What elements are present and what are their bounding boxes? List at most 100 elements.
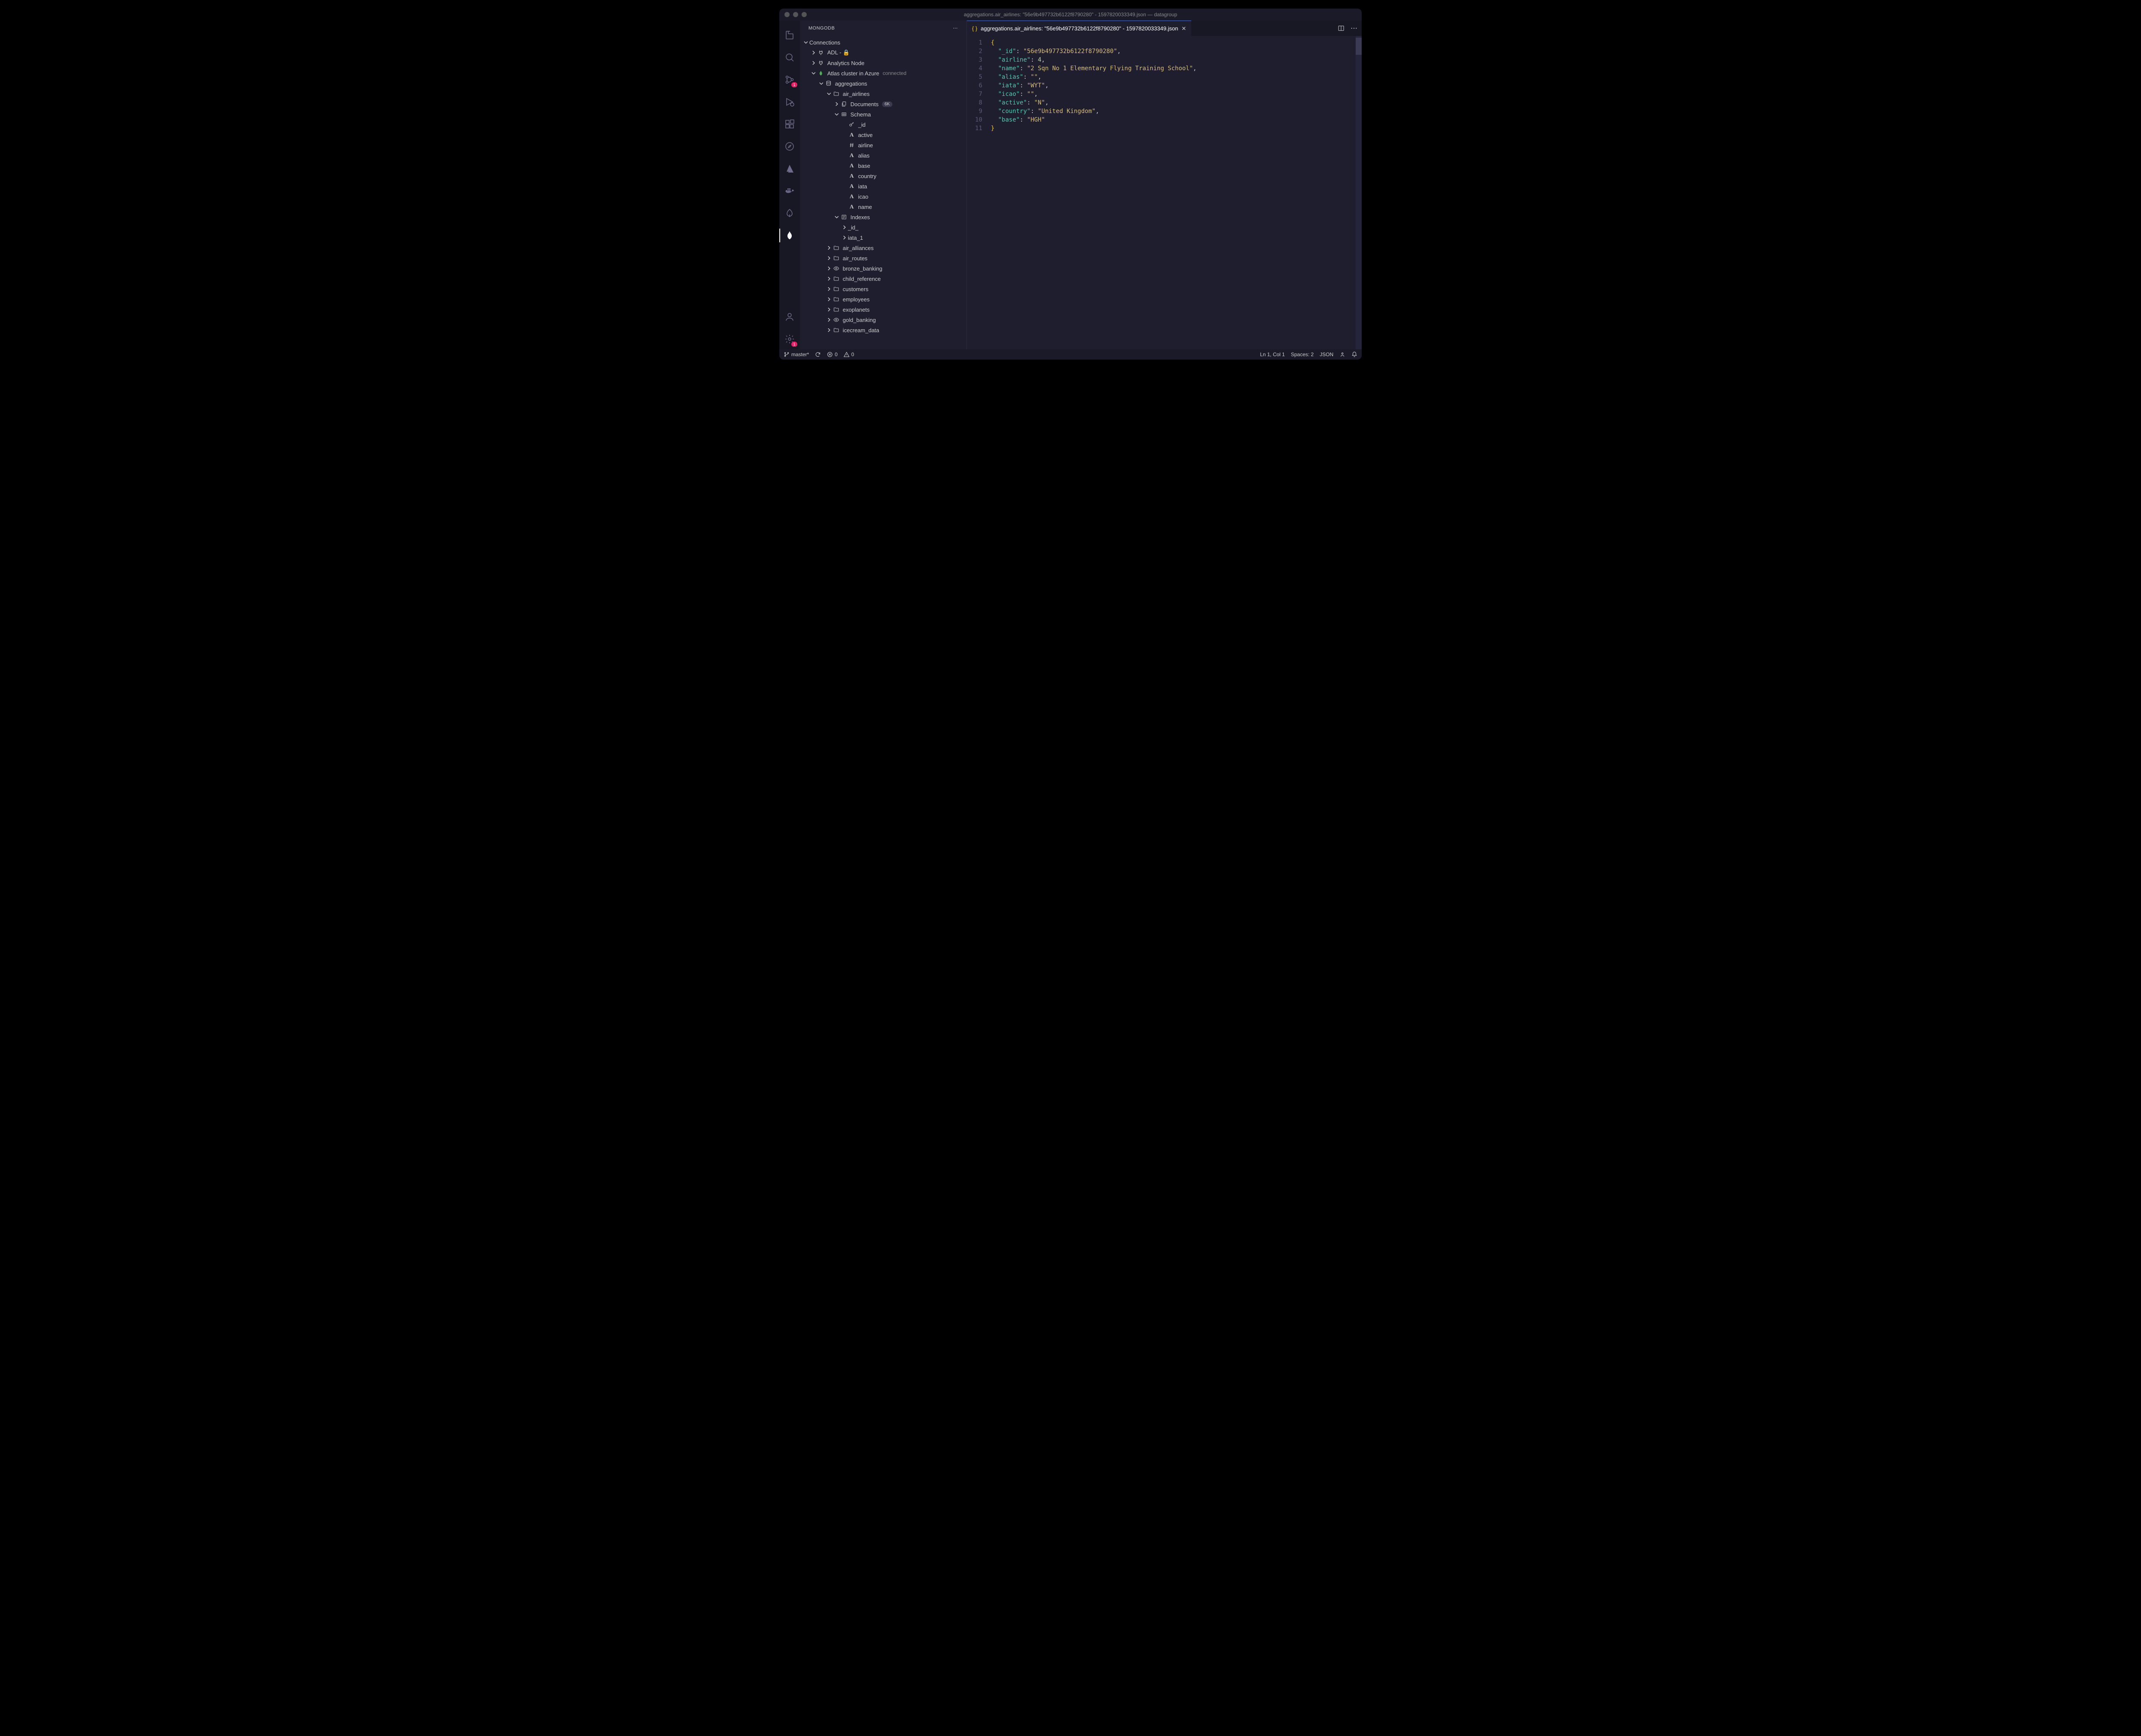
tab-json-document[interactable]: { } aggregations.air_airlines: "56e9b497… bbox=[967, 21, 1191, 36]
tree-label: icecream_data bbox=[843, 327, 879, 334]
docker-icon[interactable] bbox=[779, 181, 800, 201]
chevron-icon[interactable] bbox=[802, 40, 809, 45]
connection-adl-[interactable]: ADL - 🔒 bbox=[800, 48, 966, 58]
cursor-position[interactable]: Ln 1, Col 1 bbox=[1260, 351, 1285, 357]
git-branch[interactable]: master* bbox=[784, 351, 809, 357]
tree-label: Documents bbox=[850, 101, 879, 107]
coll-air-airlines[interactable]: air_airlines bbox=[800, 89, 966, 99]
tab-bar: { } aggregations.air_airlines: "56e9b497… bbox=[967, 21, 1362, 36]
tree-label: iata bbox=[858, 183, 867, 190]
coll-exoplanets[interactable]: exoplanets bbox=[800, 304, 966, 315]
index-iata_1[interactable]: iata_1 bbox=[800, 232, 966, 243]
zoom-dot[interactable] bbox=[802, 12, 807, 17]
chevron-icon[interactable] bbox=[833, 102, 840, 106]
chevron-icon[interactable] bbox=[810, 61, 817, 65]
chevron-icon[interactable] bbox=[833, 112, 840, 116]
chevron-icon[interactable] bbox=[810, 51, 817, 55]
key-icon bbox=[848, 122, 856, 128]
folder-icon bbox=[832, 327, 840, 333]
field-_id[interactable]: _id bbox=[800, 119, 966, 130]
sidebar-title: MONGODB bbox=[808, 26, 835, 31]
field-icao[interactable]: Aicao bbox=[800, 191, 966, 202]
main-area: 1 1 MONGODB ⋯ ConnectionsADL - 🔒Analytic… bbox=[779, 21, 1362, 349]
chevron-icon[interactable] bbox=[826, 266, 832, 271]
connection-atlas[interactable]: Atlas cluster in Azureconnected bbox=[800, 68, 966, 78]
tree-icon[interactable] bbox=[779, 203, 800, 223]
sync-button[interactable] bbox=[815, 351, 821, 357]
coll-air_alliances[interactable]: air_alliances bbox=[800, 243, 966, 253]
chevron-icon[interactable] bbox=[841, 225, 848, 229]
close-tab-icon[interactable]: ✕ bbox=[1181, 25, 1186, 32]
chevron-icon[interactable] bbox=[826, 256, 832, 260]
chevron-icon[interactable] bbox=[841, 235, 848, 240]
schema-node[interactable]: Schema bbox=[800, 109, 966, 119]
minimap[interactable] bbox=[1356, 36, 1362, 349]
field-alias[interactable]: Aalias bbox=[800, 150, 966, 161]
field-active[interactable]: Aactive bbox=[800, 130, 966, 140]
chevron-icon[interactable] bbox=[826, 92, 832, 96]
problems-errors[interactable]: 0 bbox=[827, 351, 838, 357]
accounts-icon[interactable] bbox=[779, 307, 800, 327]
field-name[interactable]: Aname bbox=[800, 202, 966, 212]
connections-section[interactable]: Connections bbox=[800, 37, 966, 48]
field-iata[interactable]: Aiata bbox=[800, 181, 966, 191]
coll-gold_banking[interactable]: gold_banking bbox=[800, 315, 966, 325]
documents-node[interactable]: Documents6K bbox=[800, 99, 966, 109]
coll-bronze_banking[interactable]: bronze_banking bbox=[800, 263, 966, 274]
run-debug-icon[interactable] bbox=[779, 92, 800, 112]
field-country[interactable]: Acountry bbox=[800, 171, 966, 181]
chevron-icon[interactable] bbox=[810, 71, 817, 75]
folder-icon bbox=[832, 245, 840, 251]
chevron-icon[interactable] bbox=[826, 307, 832, 312]
compass-icon[interactable] bbox=[779, 136, 800, 157]
A-icon: A bbox=[848, 173, 856, 179]
split-editor-icon[interactable] bbox=[1338, 25, 1345, 32]
window-title: aggregations.air_airlines: "56e9b497732b… bbox=[964, 12, 1177, 18]
connection-analytics-node[interactable]: Analytics Node bbox=[800, 58, 966, 68]
tree-label: gold_banking bbox=[843, 317, 876, 323]
field-base[interactable]: Abase bbox=[800, 161, 966, 171]
tree-label: air_airlines bbox=[843, 91, 870, 97]
indexes-node[interactable]: Indexes bbox=[800, 212, 966, 222]
chevron-icon[interactable] bbox=[826, 277, 832, 281]
notifications-icon[interactable] bbox=[1351, 351, 1357, 357]
language-mode[interactable]: JSON bbox=[1320, 351, 1333, 357]
coll-employees[interactable]: employees bbox=[800, 294, 966, 304]
code-content[interactable]: { "_id": "56e9b497732b6122f8790280", "ai… bbox=[988, 36, 1356, 349]
json-file-icon: { } bbox=[972, 25, 977, 32]
azure-icon[interactable] bbox=[779, 158, 800, 179]
document-count: 6K bbox=[882, 101, 892, 107]
feedback-icon[interactable] bbox=[1339, 351, 1345, 357]
coll-air_routes[interactable]: air_routes bbox=[800, 253, 966, 263]
editor[interactable]: 1234567891011 { "_id": "56e9b497732b6122… bbox=[967, 36, 1362, 349]
field-airline[interactable]: airline bbox=[800, 140, 966, 150]
indentation[interactable]: Spaces: 2 bbox=[1291, 351, 1314, 357]
chevron-icon[interactable] bbox=[833, 215, 840, 219]
mongodb-icon[interactable] bbox=[779, 225, 800, 246]
chevron-icon[interactable] bbox=[826, 287, 832, 291]
settings-icon[interactable]: 1 bbox=[779, 329, 800, 349]
chevron-icon[interactable] bbox=[818, 81, 825, 86]
index-_id_[interactable]: _id_ bbox=[800, 222, 966, 232]
chevron-icon[interactable] bbox=[826, 318, 832, 322]
coll-icecream_data[interactable]: icecream_data bbox=[800, 325, 966, 335]
settings-badge: 1 bbox=[791, 342, 797, 347]
tab-more-icon[interactable]: ⋯ bbox=[1351, 24, 1357, 33]
tree-label: alias bbox=[858, 152, 870, 159]
line-gutter: 1234567891011 bbox=[967, 36, 988, 349]
chevron-icon[interactable] bbox=[826, 246, 832, 250]
coll-child_reference[interactable]: child_reference bbox=[800, 274, 966, 284]
tree-label: aggregations bbox=[835, 80, 867, 87]
chevron-icon[interactable] bbox=[826, 328, 832, 332]
sidebar-more-icon[interactable]: ⋯ bbox=[953, 25, 958, 31]
close-dot[interactable] bbox=[784, 12, 790, 17]
extensions-icon[interactable] bbox=[779, 114, 800, 134]
chevron-icon[interactable] bbox=[826, 297, 832, 301]
search-icon[interactable] bbox=[779, 47, 800, 68]
explorer-icon[interactable] bbox=[779, 25, 800, 45]
db-aggregations[interactable]: aggregations bbox=[800, 78, 966, 89]
coll-customers[interactable]: customers bbox=[800, 284, 966, 294]
problems-warnings[interactable]: 0 bbox=[844, 351, 854, 357]
minimize-dot[interactable] bbox=[793, 12, 798, 17]
source-control-icon[interactable]: 1 bbox=[779, 69, 800, 90]
